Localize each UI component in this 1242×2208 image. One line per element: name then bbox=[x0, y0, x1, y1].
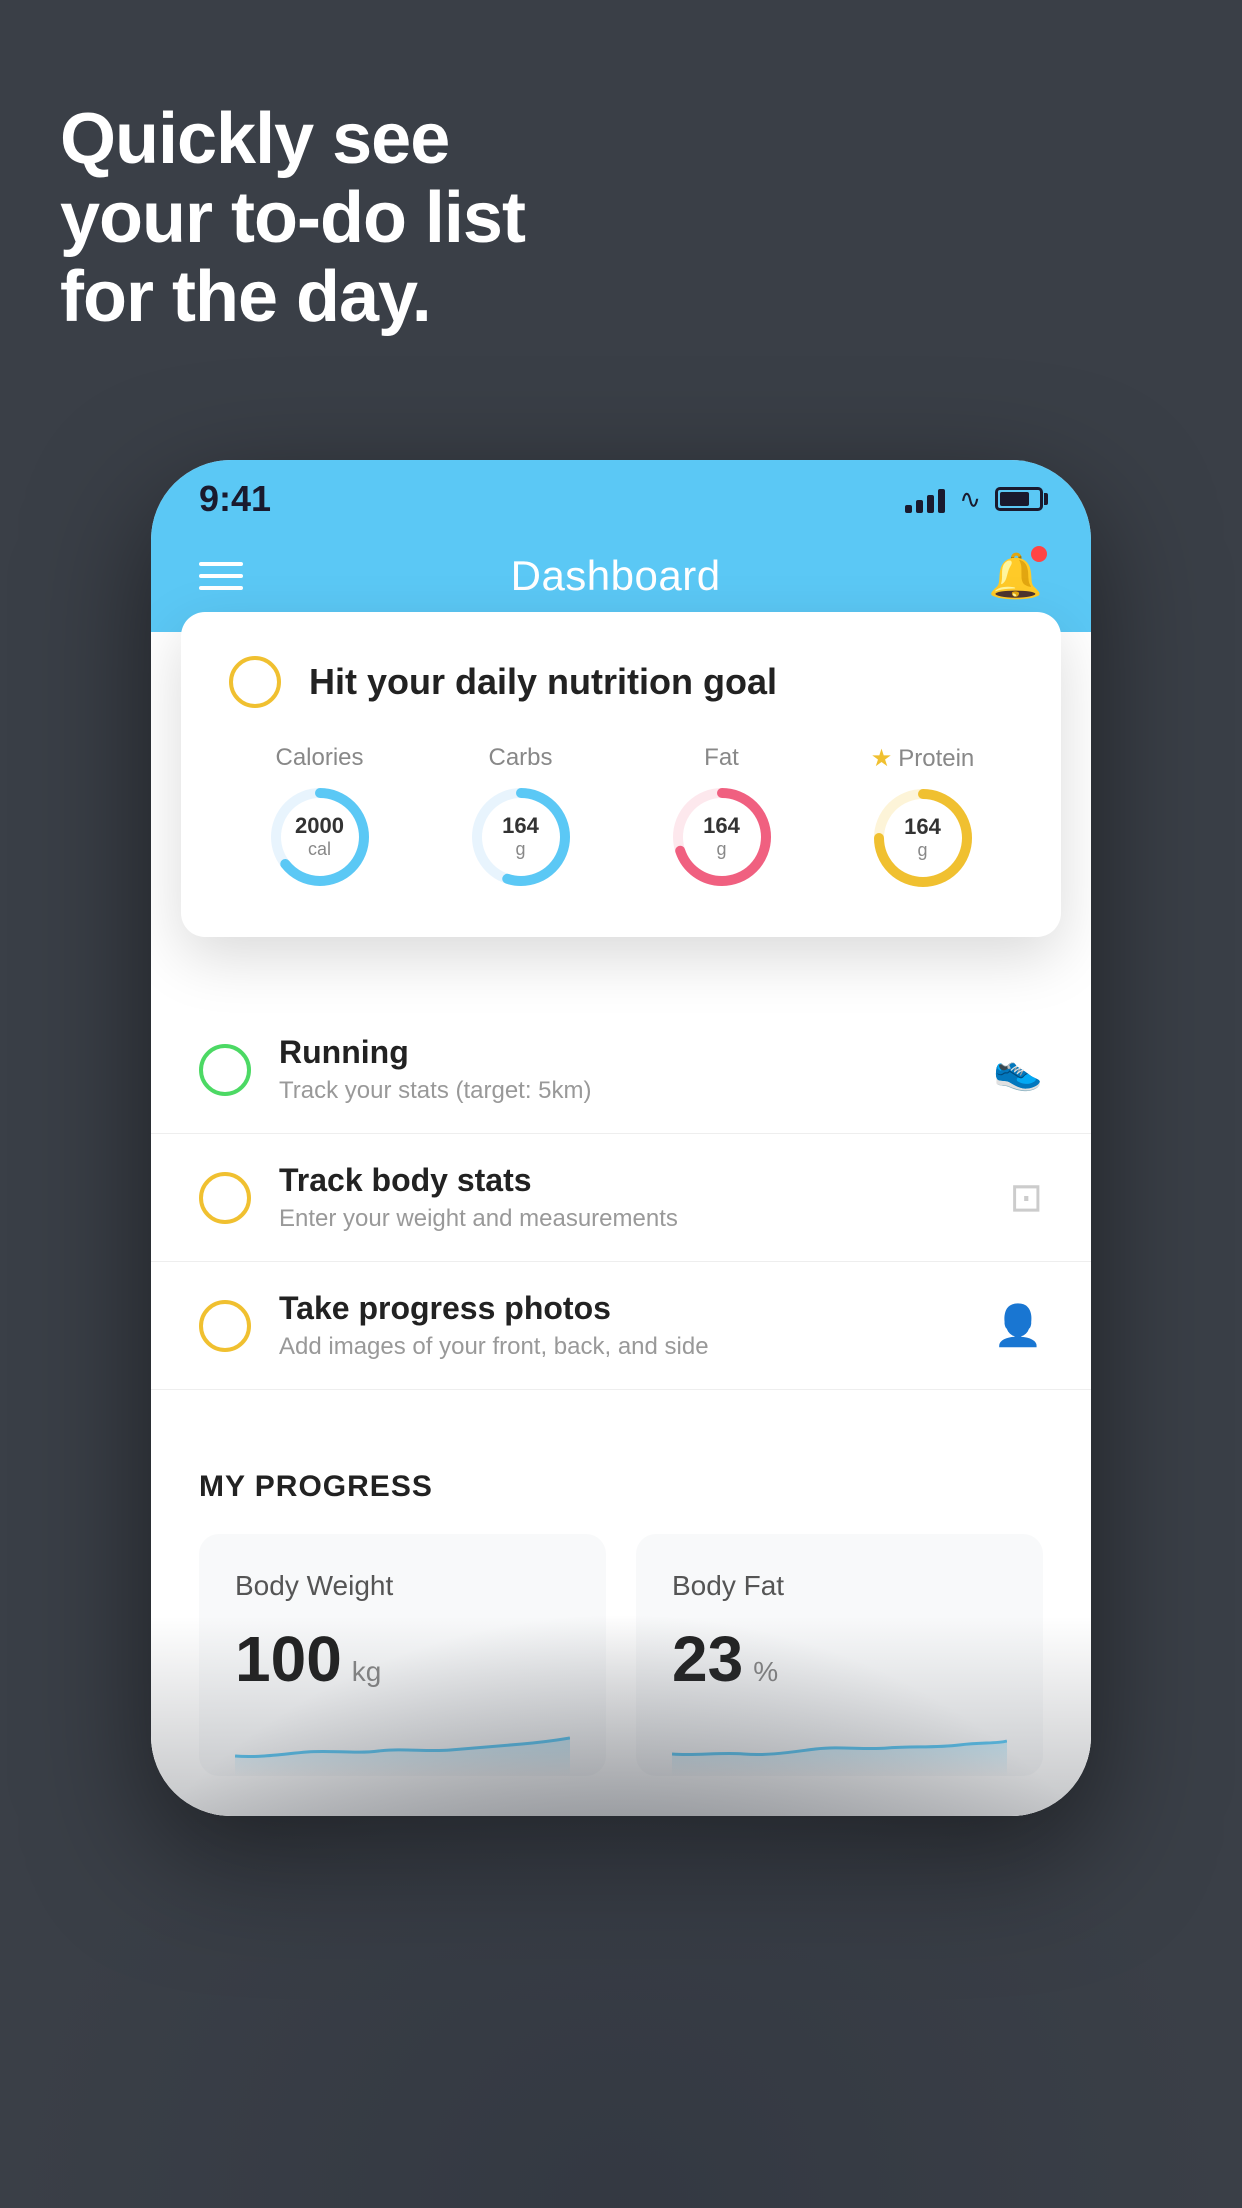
progress-header: MY PROGRESS bbox=[199, 1470, 1043, 1504]
status-bar: 9:41 ∿ bbox=[151, 460, 1091, 530]
notification-button[interactable]: 🔔 bbox=[988, 550, 1043, 602]
body-weight-chart bbox=[235, 1716, 570, 1776]
photos-title: Take progress photos bbox=[279, 1290, 709, 1327]
phone-frame: 9:41 ∿ Dashboard 🔔 THINGS TO DO TODA bbox=[151, 460, 1091, 1816]
fat-label: Fat bbox=[704, 744, 739, 772]
todo-item-photos[interactable]: Take progress photos Add images of your … bbox=[151, 1262, 1091, 1390]
running-subtitle: Track your stats (target: 5km) bbox=[279, 1077, 592, 1105]
todo-item-running[interactable]: Running Track your stats (target: 5km) 👟 bbox=[151, 1006, 1091, 1134]
running-title: Running bbox=[279, 1034, 592, 1071]
nutrition-card-title: Hit your daily nutrition goal bbox=[309, 661, 777, 703]
body-fat-number: 23 bbox=[672, 1622, 743, 1696]
carbs-label: Carbs bbox=[488, 744, 552, 772]
status-time: 9:41 bbox=[199, 478, 271, 520]
photos-check[interactable] bbox=[199, 1300, 251, 1352]
todo-photos-left: Take progress photos Add images of your … bbox=[199, 1290, 709, 1361]
body-stats-subtitle: Enter your weight and measurements bbox=[279, 1205, 678, 1233]
status-icons: ∿ bbox=[905, 484, 1043, 515]
body-stats-check[interactable] bbox=[199, 1172, 251, 1224]
carbs-donut: 164 g bbox=[466, 782, 576, 892]
menu-button[interactable] bbox=[199, 562, 243, 590]
battery-icon bbox=[995, 487, 1043, 511]
nutrition-calories: Calories 2000 cal bbox=[265, 744, 375, 893]
calories-label: Calories bbox=[275, 744, 363, 772]
nutrition-check-circle[interactable] bbox=[229, 656, 281, 708]
nav-title: Dashboard bbox=[511, 552, 721, 600]
body-fat-card[interactable]: Body Fat 23 % bbox=[636, 1534, 1043, 1776]
body-stats-icon: ⊡ bbox=[1009, 1175, 1043, 1221]
protein-label: ★ Protein bbox=[871, 744, 975, 773]
body-stats-info: Track body stats Enter your weight and m… bbox=[279, 1162, 678, 1233]
todo-item-body-stats[interactable]: Track body stats Enter your weight and m… bbox=[151, 1134, 1091, 1262]
body-fat-title: Body Fat bbox=[672, 1570, 1007, 1602]
body-weight-unit: kg bbox=[352, 1656, 382, 1688]
progress-section: MY PROGRESS Body Weight 100 kg bbox=[151, 1430, 1091, 1816]
nutrition-card-header: Hit your daily nutrition goal bbox=[229, 656, 1013, 708]
todo-running-left: Running Track your stats (target: 5km) bbox=[199, 1034, 592, 1105]
nutrition-protein: ★ Protein 164 g bbox=[868, 744, 978, 893]
running-icon: 👟 bbox=[993, 1046, 1043, 1093]
body-stats-title: Track body stats bbox=[279, 1162, 678, 1199]
body-weight-value: 100 kg bbox=[235, 1622, 570, 1696]
body-fat-unit: % bbox=[753, 1656, 778, 1688]
signal-icon bbox=[905, 485, 945, 513]
photos-subtitle: Add images of your front, back, and side bbox=[279, 1333, 709, 1361]
nutrition-carbs: Carbs 164 g bbox=[466, 744, 576, 893]
nutrition-card: Hit your daily nutrition goal Calories 2… bbox=[181, 612, 1061, 937]
hero-line2: your to-do list bbox=[60, 179, 525, 258]
hero-text: Quickly see your to-do list for the day. bbox=[60, 100, 525, 338]
nutrition-grid: Calories 2000 cal Carbs bbox=[229, 744, 1013, 893]
progress-grid: Body Weight 100 kg bbox=[199, 1534, 1043, 1776]
body-weight-card[interactable]: Body Weight 100 kg bbox=[199, 1534, 606, 1776]
hero-line1: Quickly see bbox=[60, 100, 525, 179]
nutrition-fat: Fat 164 g bbox=[667, 744, 777, 893]
main-content: THINGS TO DO TODAY Hit your daily nutrit… bbox=[151, 632, 1091, 1816]
running-check[interactable] bbox=[199, 1044, 251, 1096]
photos-icon: 👤 bbox=[993, 1302, 1043, 1349]
body-weight-title: Body Weight bbox=[235, 1570, 570, 1602]
hero-line3: for the day. bbox=[60, 258, 525, 337]
body-weight-number: 100 bbox=[235, 1622, 342, 1696]
running-info: Running Track your stats (target: 5km) bbox=[279, 1034, 592, 1105]
body-fat-chart bbox=[672, 1716, 1007, 1776]
todo-body-left: Track body stats Enter your weight and m… bbox=[199, 1162, 678, 1233]
star-icon: ★ bbox=[871, 744, 893, 773]
protein-donut: 164 g bbox=[868, 783, 978, 893]
body-fat-value: 23 % bbox=[672, 1622, 1007, 1696]
calories-donut: 2000 cal bbox=[265, 782, 375, 892]
notification-dot bbox=[1031, 546, 1047, 562]
wifi-icon: ∿ bbox=[959, 484, 981, 515]
photos-info: Take progress photos Add images of your … bbox=[279, 1290, 709, 1361]
fat-donut: 164 g bbox=[667, 782, 777, 892]
